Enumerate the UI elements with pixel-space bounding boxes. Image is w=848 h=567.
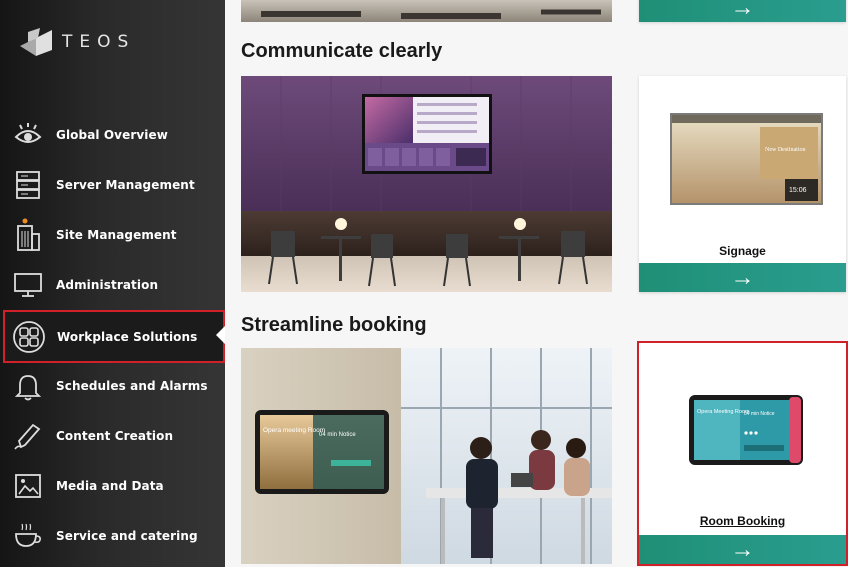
- monitor-icon: [8, 265, 48, 305]
- sidebar-item-administration[interactable]: Administration: [4, 260, 224, 310]
- card-arrow-button[interactable]: →: [639, 0, 846, 22]
- top-card[interactable]: →: [639, 0, 846, 22]
- top-hero-image: [241, 0, 612, 22]
- sidebar-item-workplace-solutions[interactable]: Workplace Solutions: [3, 310, 225, 363]
- teos-logo-icon: [20, 28, 52, 56]
- section-title-streamline: Streamline booking: [241, 314, 427, 336]
- sidebar-item-schedules-alarms[interactable]: Schedules and Alarms: [4, 361, 224, 411]
- sidebar-item-media-data[interactable]: Media and Data: [4, 461, 224, 511]
- sidebar: TEOS Global Overview Server Management S…: [0, 0, 225, 567]
- signage-time: 15:06: [789, 187, 807, 194]
- main-content: → Communicate clearly 15:06 New Destinat…: [225, 0, 848, 567]
- sidebar-item-service-catering[interactable]: Service and catering: [4, 511, 224, 561]
- signage-card[interactable]: 15:06 New Destination Signage →: [639, 76, 846, 292]
- signage-card-label: Signage: [719, 244, 766, 258]
- sidebar-item-site-management[interactable]: Site Management: [4, 210, 224, 260]
- sidebar-item-content-creation[interactable]: Content Creation: [4, 411, 224, 461]
- room-booking-highlight: [637, 341, 848, 566]
- sidebar-item-label: Server Management: [56, 178, 195, 192]
- booking-hero-image: Opera meeting Room 04 min Notice: [241, 348, 612, 564]
- pencil-icon: [8, 416, 48, 456]
- building-icon: [8, 215, 48, 255]
- sidebar-item-label: Content Creation: [56, 429, 174, 443]
- sidebar-item-label: Administration: [56, 278, 159, 292]
- signage-screen-image: 15:06 New Destination: [670, 113, 823, 205]
- sidebar-item-global-overview[interactable]: Global Overview: [4, 110, 224, 160]
- sidebar-item-label: Schedules and Alarms: [56, 379, 208, 393]
- sidebar-item-label: Site Management: [56, 228, 177, 242]
- workplace-grid-icon: [9, 317, 49, 357]
- eye-icon: [8, 115, 48, 155]
- cup-icon: [8, 516, 48, 556]
- section-title-communicate: Communicate clearly: [241, 40, 443, 62]
- signage-hero-image: [241, 76, 612, 292]
- sidebar-item-label: Workplace Solutions: [57, 329, 198, 344]
- bell-icon: [8, 366, 48, 406]
- server-icon: [8, 165, 48, 205]
- booking-screen-notice: 04 min Notice: [319, 432, 356, 438]
- teos-logo[interactable]: TEOS: [10, 22, 210, 66]
- signage-arrow-button[interactable]: →: [639, 263, 846, 292]
- brand-name: TEOS: [62, 32, 136, 52]
- sidebar-item-label: Global Overview: [56, 128, 168, 142]
- signage-screen-text: New Destination: [765, 147, 806, 153]
- booking-screen-title: Opera meeting Room: [263, 427, 325, 434]
- sidebar-item-server-management[interactable]: Server Management: [4, 160, 224, 210]
- sidebar-item-label: Service and catering: [56, 529, 198, 543]
- sidebar-item-label: Media and Data: [56, 479, 164, 493]
- image-icon: [8, 466, 48, 506]
